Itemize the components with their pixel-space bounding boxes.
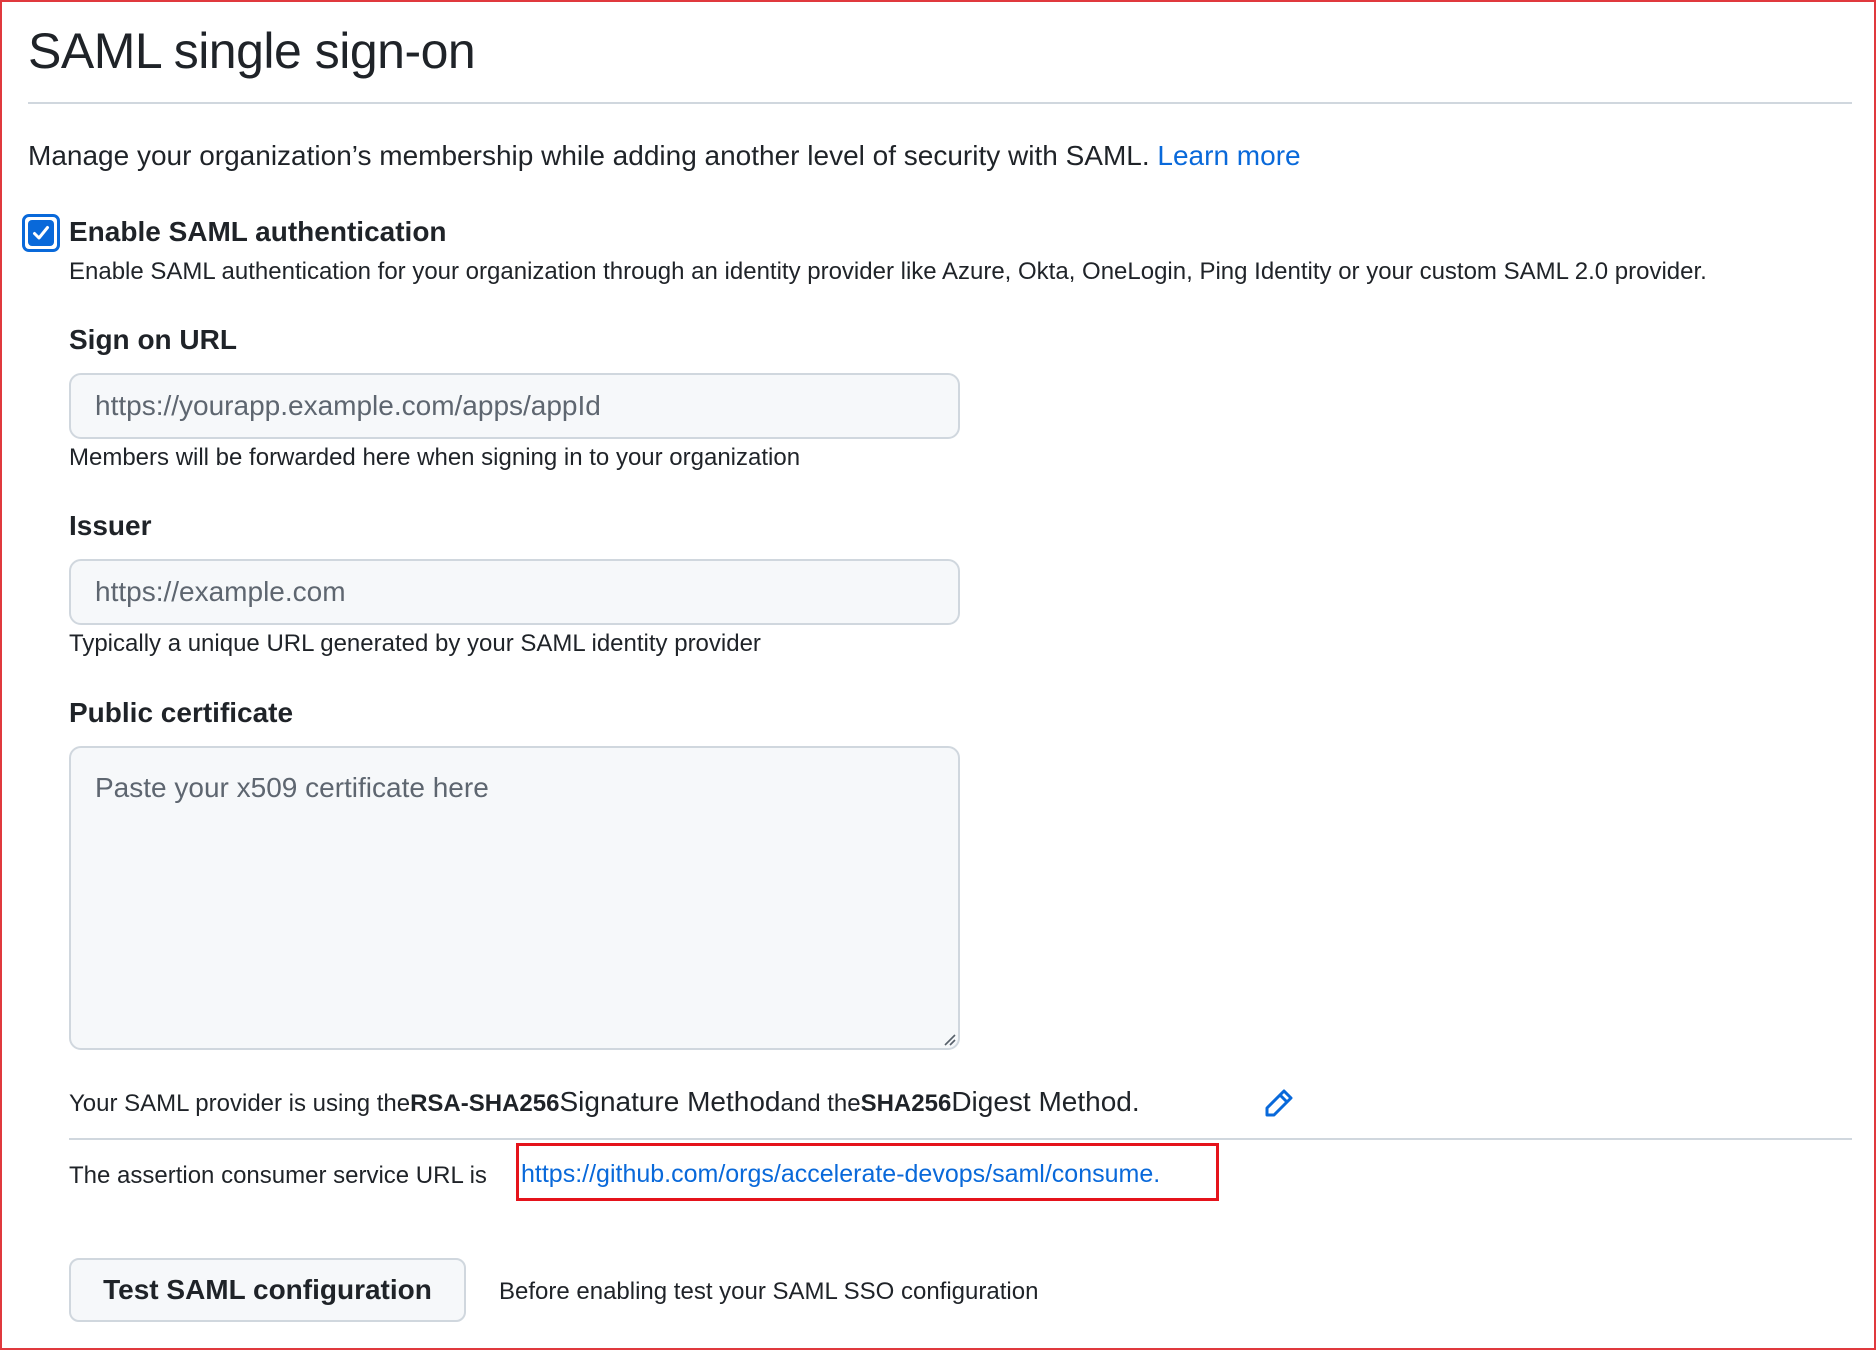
resize-grip-icon[interactable] [940,1030,956,1046]
certificate-textarea[interactable] [69,746,960,1050]
pencil-icon[interactable] [1262,1086,1296,1120]
learn-more-link[interactable]: Learn more [1157,140,1300,171]
methods-middle: and the [780,1090,861,1117]
test-saml-hint: Before enabling test your SAML SSO confi… [499,1278,1039,1305]
sign-on-url-input[interactable] [69,373,960,439]
section-divider [69,1138,1852,1140]
issuer-input[interactable] [69,559,960,625]
issuer-label: Issuer [69,510,152,541]
signature-method-suffix: Signature Method [559,1086,781,1117]
intro-description: Manage your organization’s membership wh… [28,140,1158,171]
sign-on-url-label: Sign on URL [69,324,237,355]
signature-method-value: RSA-SHA256 [410,1090,560,1117]
highlight-annotation-box [516,1143,1219,1201]
issuer-hint: Typically a unique URL generated by your… [69,630,761,657]
enable-saml-checkbox[interactable] [22,214,60,252]
acs-url-prefix: The assertion consumer service URL is [69,1162,487,1189]
enable-saml-description: Enable SAML authentication for your orga… [69,258,1707,285]
intro-text: Manage your organization’s membership wh… [28,140,1301,172]
methods-prefix: Your SAML provider is using the [69,1090,411,1117]
sign-on-url-hint: Members will be forwarded here when sign… [69,444,801,471]
certificate-label: Public certificate [69,697,294,728]
checkmark-icon [33,226,49,240]
enable-saml-label[interactable]: Enable SAML authentication [69,216,447,248]
digest-method-info: Your SAML provider is using the RSA-SHA2… [69,1086,1140,1118]
digest-method-suffix: Digest Method. [951,1086,1140,1117]
page-title: SAML single sign-on [28,23,476,79]
test-saml-configuration-button[interactable]: Test SAML configuration [69,1258,466,1322]
title-divider [28,102,1852,104]
digest-method-value: SHA256 [860,1090,952,1117]
checkbox-checked-fill [28,220,54,246]
